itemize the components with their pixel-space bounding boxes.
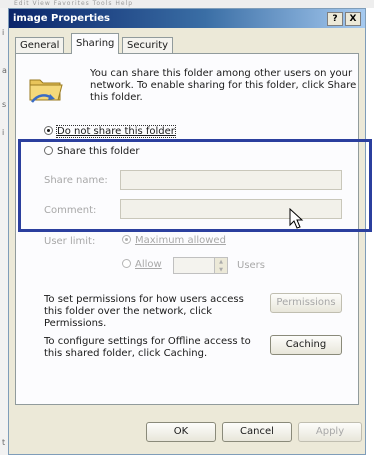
radio-dot[interactable] <box>122 259 131 268</box>
user-limit-label: User limit: <box>44 236 96 247</box>
window-title: image Properties <box>13 13 110 24</box>
tab-general[interactable]: General <box>15 37 65 54</box>
ok-button[interactable]: OK <box>146 422 216 442</box>
close-button[interactable]: X <box>345 12 361 26</box>
help-button[interactable]: ? <box>327 12 343 26</box>
cancel-button[interactable]: Cancel <box>222 422 292 442</box>
allow-label: Allow <box>135 259 162 270</box>
radio-dot[interactable] <box>122 235 131 244</box>
radio-do-not-share-label: Do not share this folder <box>56 125 176 138</box>
radio-share-label: Share this folder <box>57 146 140 157</box>
radio-dot[interactable] <box>44 126 53 135</box>
title-bar: image Properties ? X <box>9 9 365 28</box>
users-label: Users <box>237 260 266 271</box>
permissions-description: To set permissions for how users access … <box>44 294 244 329</box>
permissions-button[interactable]: Permissions <box>270 293 342 313</box>
radio-do-not-share[interactable]: Do not share this folder <box>44 125 176 139</box>
allow-users-input[interactable] <box>173 257 215 274</box>
spin-up-icon[interactable]: ▲ <box>215 258 227 266</box>
comment-input[interactable] <box>120 199 342 219</box>
radio-allow-users[interactable]: Allow <box>122 258 162 272</box>
caching-button[interactable]: Caching <box>270 335 342 355</box>
maximum-allowed-label: Maximum allowed <box>135 235 226 246</box>
background-menu-bar: Edit View Favorites Tools Help <box>0 0 374 8</box>
shared-folder-icon <box>29 79 63 103</box>
sharing-info-text: You can share this folder among other us… <box>90 68 357 103</box>
spin-down-icon[interactable]: ▼ <box>215 266 227 274</box>
tab-security[interactable]: Security <box>122 37 174 54</box>
radio-maximum-allowed[interactable]: Maximum allowed <box>122 234 226 248</box>
share-name-input[interactable] <box>120 170 342 190</box>
tab-sharing[interactable]: Sharing <box>71 33 120 54</box>
comment-label: Comment: <box>44 205 97 216</box>
mouse-cursor-icon <box>289 208 304 229</box>
apply-button[interactable]: Apply <box>298 422 362 442</box>
caching-description: To configure settings for Offline access… <box>44 336 251 359</box>
share-name-label: Share name: <box>44 175 108 186</box>
allow-users-spinner[interactable]: ▲ ▼ <box>214 257 228 274</box>
radio-share-folder[interactable]: Share this folder <box>44 145 140 159</box>
radio-dot[interactable] <box>44 146 53 155</box>
